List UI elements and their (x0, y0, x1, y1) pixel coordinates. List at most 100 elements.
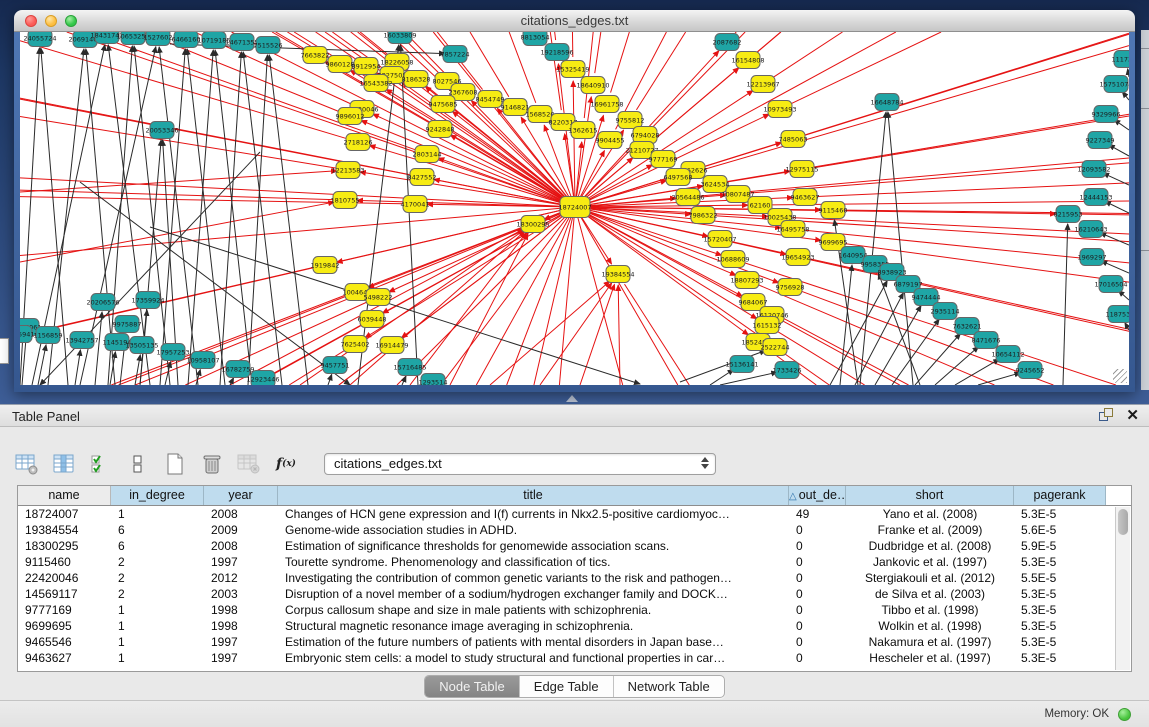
table-cell[interactable]: 0 (789, 538, 846, 554)
table-cell[interactable]: 2012 (204, 570, 278, 586)
table-row[interactable]: 969969511998Structural magnetic resonanc… (18, 618, 1131, 634)
table-cell[interactable]: 1 (111, 618, 204, 634)
column-header-pagerank[interactable]: pagerank (1014, 486, 1106, 505)
table-settings-icon[interactable] (14, 451, 40, 477)
delete-column-icon[interactable] (199, 451, 225, 477)
table-cell[interactable]: 5.3E-5 (1014, 554, 1106, 570)
table-row[interactable]: 911546021997Tourette syndrome. Phenomeno… (18, 554, 1131, 570)
table-row[interactable]: 946362711997Embryonic stem cells: a mode… (18, 650, 1131, 666)
splitter-handle[interactable] (566, 395, 578, 402)
table-cell[interactable]: 2003 (204, 586, 278, 602)
table-row[interactable]: 1830029562008Estimation of significance … (18, 538, 1131, 554)
table-cell[interactable]: 1998 (204, 618, 278, 634)
column-header-year[interactable]: year (204, 486, 278, 505)
table-cell[interactable]: 0 (789, 634, 846, 650)
table-cell[interactable]: 2008 (204, 538, 278, 554)
citation-network-graph[interactable]: 2405572420691406184317421065325715276026… (20, 32, 1129, 385)
column-visibility-icon[interactable] (51, 451, 77, 477)
tab-edge-table[interactable]: Edge Table (520, 676, 614, 697)
table-cell[interactable]: 1997 (204, 554, 278, 570)
table-row[interactable]: 977716911998Corpus callosum shape and si… (18, 602, 1131, 618)
tab-node-table[interactable]: Node Table (425, 676, 520, 697)
table-cell[interactable]: 5.3E-5 (1014, 618, 1106, 634)
table-cell[interactable]: 0 (789, 618, 846, 634)
table-row[interactable]: 2242004622012Investigating the contribut… (18, 570, 1131, 586)
table-cell[interactable]: Yano et al. (2008) (846, 506, 1014, 522)
close-panel-icon[interactable]: ✕ (1126, 408, 1139, 423)
table-cell[interactable]: Jankovic et al. (1997) (846, 554, 1014, 570)
table-cell[interactable]: 1 (111, 602, 204, 618)
function-builder-icon[interactable]: f(x) (273, 451, 299, 477)
table-cell[interactable]: 9465546 (18, 634, 111, 650)
table-cell[interactable]: Investigating the contribution of common… (278, 570, 789, 586)
new-column-icon[interactable] (162, 451, 188, 477)
table-cell[interactable]: 0 (789, 650, 846, 666)
table-cell[interactable]: 1 (111, 506, 204, 522)
column-header-name[interactable]: name (18, 486, 111, 505)
table-cell[interactable]: 0 (789, 602, 846, 618)
row-height-icon[interactable] (125, 451, 151, 477)
table-cell[interactable]: 18300295 (18, 538, 111, 554)
table-cell[interactable]: 1997 (204, 634, 278, 650)
table-cell[interactable]: Dudbridge et al. (2008) (846, 538, 1014, 554)
table-cell[interactable]: 5.3E-5 (1014, 506, 1106, 522)
table-cell[interactable]: 5.3E-5 (1014, 634, 1106, 650)
table-cell[interactable]: Franke et al. (2009) (846, 522, 1014, 538)
table-cell[interactable]: 14569117 (18, 586, 111, 602)
table-cell[interactable]: 0 (789, 586, 846, 602)
table-row[interactable]: 1938455462009Genome-wide association stu… (18, 522, 1131, 538)
table-cell[interactable]: de Silva et al. (2003) (846, 586, 1014, 602)
table-cell[interactable]: Estimation of significance thresholds fo… (278, 538, 789, 554)
table-cell[interactable]: 5.3E-5 (1014, 602, 1106, 618)
table-cell[interactable]: 1 (111, 634, 204, 650)
network-window-titlebar[interactable]: citations_edges.txt (14, 10, 1135, 32)
table-cell[interactable]: 49 (789, 506, 846, 522)
table-cell[interactable]: 2009 (204, 522, 278, 538)
table-vertical-scrollbar[interactable] (1115, 507, 1130, 670)
table-cell[interactable]: 0 (789, 522, 846, 538)
table-row[interactable]: 1456911722003Disruption of a novel membe… (18, 586, 1131, 602)
table-cell[interactable]: 1997 (204, 650, 278, 666)
column-header-short[interactable]: short (846, 486, 1014, 505)
table-cell[interactable]: 5.3E-5 (1014, 586, 1106, 602)
table-cell[interactable]: 1998 (204, 602, 278, 618)
float-panel-icon[interactable] (1099, 408, 1114, 423)
table-cell[interactable]: Wolkin et al. (1998) (846, 618, 1014, 634)
table-cell[interactable]: Genome-wide association studies in ADHD. (278, 522, 789, 538)
table-cell[interactable]: Nakamura et al. (1997) (846, 634, 1014, 650)
table-cell[interactable]: 2 (111, 570, 204, 586)
table-cell[interactable]: 2008 (204, 506, 278, 522)
table-cell[interactable]: Changes of HCN gene expression and I(f) … (278, 506, 789, 522)
table-cell[interactable]: 5.3E-5 (1014, 650, 1106, 666)
table-cell[interactable]: 1 (111, 650, 204, 666)
table-cell[interactable]: 0 (789, 570, 846, 586)
resize-grip-icon[interactable] (1113, 369, 1127, 383)
table-cell[interactable]: 2 (111, 586, 204, 602)
column-header-out_de[interactable]: △out_de… (789, 486, 846, 505)
table-cell[interactable]: 0 (789, 554, 846, 570)
table-cell[interactable]: Structural magnetic resonance image aver… (278, 618, 789, 634)
select-columns-icon[interactable] (88, 451, 114, 477)
table-cell[interactable]: 5.6E-5 (1014, 522, 1106, 538)
table-row[interactable]: 946554611997Estimation of the future num… (18, 634, 1131, 650)
network-canvas[interactable]: 2405572420691406184317421065325715276026… (20, 32, 1129, 385)
table-cell[interactable]: 2 (111, 554, 204, 570)
table-cell[interactable]: 6 (111, 522, 204, 538)
scrollbar-thumb[interactable] (1118, 509, 1128, 535)
table-row[interactable]: 1872400712008Changes of HCN gene express… (18, 506, 1131, 522)
table-cell[interactable]: Embryonic stem cells: a model to study s… (278, 650, 789, 666)
table-cell[interactable]: Corpus callosum shape and size in male p… (278, 602, 789, 618)
table-cell[interactable]: 9115460 (18, 554, 111, 570)
table-cell[interactable]: Tibbo et al. (1998) (846, 602, 1014, 618)
column-header-title[interactable]: title (278, 486, 789, 505)
table-selector-dropdown[interactable]: citations_edges.txt (324, 453, 716, 475)
table-cell[interactable]: Tourette syndrome. Phenomenology and cla… (278, 554, 789, 570)
table-cell[interactable]: 18724007 (18, 506, 111, 522)
table-cell[interactable]: Disruption of a novel member of a sodium… (278, 586, 789, 602)
table-cell[interactable]: 9699695 (18, 618, 111, 634)
tab-network-table[interactable]: Network Table (614, 676, 724, 697)
table-cell[interactable]: Hescheler et al. (1997) (846, 650, 1014, 666)
table-cell[interactable]: Stergiakouli et al. (2012) (846, 570, 1014, 586)
table-cell[interactable]: 9463627 (18, 650, 111, 666)
table-cell[interactable]: 19384554 (18, 522, 111, 538)
